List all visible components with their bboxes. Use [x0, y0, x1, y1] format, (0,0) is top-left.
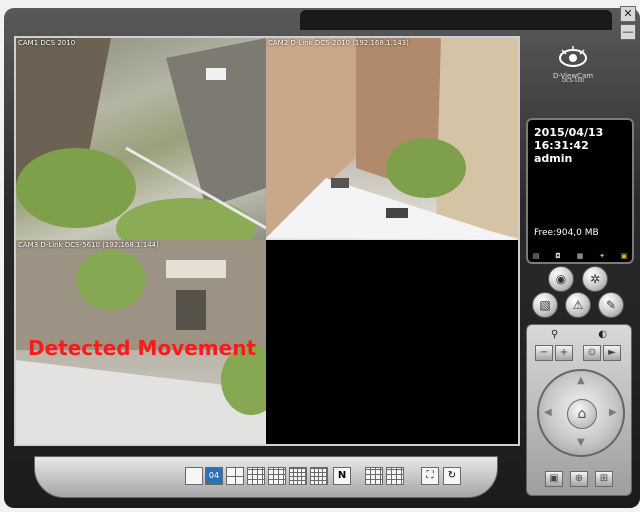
- zoom-in-button[interactable]: +: [555, 345, 573, 361]
- camera-reel-button[interactable]: ✲: [582, 266, 608, 292]
- layout-4-button[interactable]: 04: [205, 467, 223, 485]
- camera-view-2[interactable]: CAM2 D-Link DCS-2010 (192.168.1.143): [266, 38, 518, 240]
- camera-view-3[interactable]: CAM3 D-Link DCS-5610 (192.168.1.144) Det…: [16, 240, 266, 444]
- focus-far-button[interactable]: ►: [603, 345, 621, 361]
- focus-icon: ◐: [598, 329, 608, 340]
- status-icon-row: ▤ ◘ ▦ ✦ ▣: [532, 252, 628, 260]
- fullscreen-icon: ⛶: [426, 470, 434, 481]
- camera-view-4[interactable]: [266, 240, 518, 444]
- camera-1-label: CAM1 DCS 2010: [18, 39, 76, 47]
- settings-button[interactable]: ▧: [532, 292, 558, 318]
- layout-9-button[interactable]: [247, 467, 265, 485]
- alarm-status-icon[interactable]: ✦: [598, 252, 606, 260]
- title-bar: [300, 10, 612, 30]
- focus-near-icon: ⊙: [587, 347, 597, 358]
- ptz-joystick[interactable]: ▲ ▼ ◀ ▶ ⌂: [537, 369, 625, 457]
- camera-2-label: CAM2 D-Link DCS-2010 (192.168.1.143): [268, 39, 409, 47]
- ptz-home-button[interactable]: ⌂: [567, 399, 597, 429]
- auto-pan-button[interactable]: ⊞: [595, 471, 613, 487]
- custom-layout-button[interactable]: [386, 467, 404, 485]
- layout-16-button[interactable]: [289, 467, 307, 485]
- search-icon: ⚲: [550, 329, 559, 340]
- ptz-down-arrow[interactable]: ▼: [577, 437, 585, 448]
- eye-logo-icon: [559, 46, 587, 67]
- home-icon: ⌂: [577, 406, 587, 422]
- time-display: 16:31:42: [534, 139, 589, 152]
- camera-3-label: CAM3 D-Link DCS-5610 (192.168.1.144): [18, 241, 159, 249]
- status-panel: 2015/04/13 16:31:42 admin Free:904,0 MB …: [526, 118, 634, 264]
- zoom-header: ⚲ ◐: [531, 329, 627, 343]
- layout-6-button[interactable]: [226, 467, 244, 485]
- user-display: admin: [534, 152, 573, 165]
- rotate-icon: ↻: [447, 470, 457, 481]
- focus-near-button[interactable]: ⊙: [583, 345, 601, 361]
- camera-1-scene: [16, 38, 266, 240]
- camera-2-scene: [266, 38, 518, 240]
- disk-free-display: Free:904,0 MB: [534, 228, 599, 238]
- tools-icon: ✎: [605, 298, 617, 312]
- tools-button[interactable]: ✎: [598, 292, 624, 318]
- preset-icon: ▣: [549, 473, 559, 484]
- layout-toolbar: 04 N ⛶ ↻: [34, 456, 498, 498]
- alarm-icon: ⚠: [572, 298, 584, 312]
- brand-logo: D-ViewCam DCS-100: [546, 46, 600, 84]
- sequence-layout-button[interactable]: [365, 467, 383, 485]
- ptz-panel: ⚲ ◐ − + ⊙ ► ▲ ▼ ◀ ▶ ⌂ ▣ ⊕ ⊞: [526, 324, 632, 496]
- video-grid: CAM1 DCS 2010 CAM2 D-Link DCS-2010 (192.…: [14, 36, 520, 446]
- layout-13-button[interactable]: [268, 467, 286, 485]
- fullscreen-button[interactable]: ⛶: [421, 467, 439, 485]
- patrol-icon: ⊕: [574, 473, 584, 484]
- ptz-up-arrow[interactable]: ▲: [577, 375, 585, 386]
- record-button[interactable]: ◉: [548, 266, 574, 292]
- rotate-button[interactable]: ↻: [443, 467, 461, 485]
- event-icon[interactable]: ▤: [532, 252, 540, 260]
- auto-pan-icon: ⊞: [599, 473, 609, 484]
- ptz-right-arrow[interactable]: ▶: [609, 407, 617, 418]
- camera-status-icon[interactable]: ◘: [554, 252, 562, 260]
- settings-icon: ▧: [539, 298, 551, 312]
- message-icon[interactable]: ▣: [620, 252, 628, 260]
- layout-1-button[interactable]: [185, 467, 203, 485]
- zoom-plus-icon: +: [559, 347, 569, 358]
- ptz-left-arrow[interactable]: ◀: [544, 407, 552, 418]
- minimize-button[interactable]: —: [620, 24, 636, 40]
- alarm-button[interactable]: ⚠: [565, 292, 591, 318]
- disk-icon[interactable]: ▦: [576, 252, 584, 260]
- camera-reel-icon: ✲: [589, 272, 601, 286]
- motion-alert: Detected Movement: [28, 336, 256, 360]
- layout-25-button[interactable]: [310, 467, 328, 485]
- layout-n-button[interactable]: N: [333, 467, 351, 485]
- date-display: 2015/04/13: [534, 126, 604, 139]
- camera-view-1[interactable]: CAM1 DCS 2010: [16, 38, 266, 240]
- preset-button[interactable]: ▣: [545, 471, 563, 487]
- zoom-out-button[interactable]: −: [535, 345, 553, 361]
- zoom-minus-icon: −: [539, 347, 549, 358]
- patrol-button[interactable]: ⊕: [570, 471, 588, 487]
- focus-far-icon: ►: [608, 347, 616, 358]
- record-icon: ◉: [555, 272, 567, 286]
- close-button[interactable]: ✕: [620, 6, 636, 22]
